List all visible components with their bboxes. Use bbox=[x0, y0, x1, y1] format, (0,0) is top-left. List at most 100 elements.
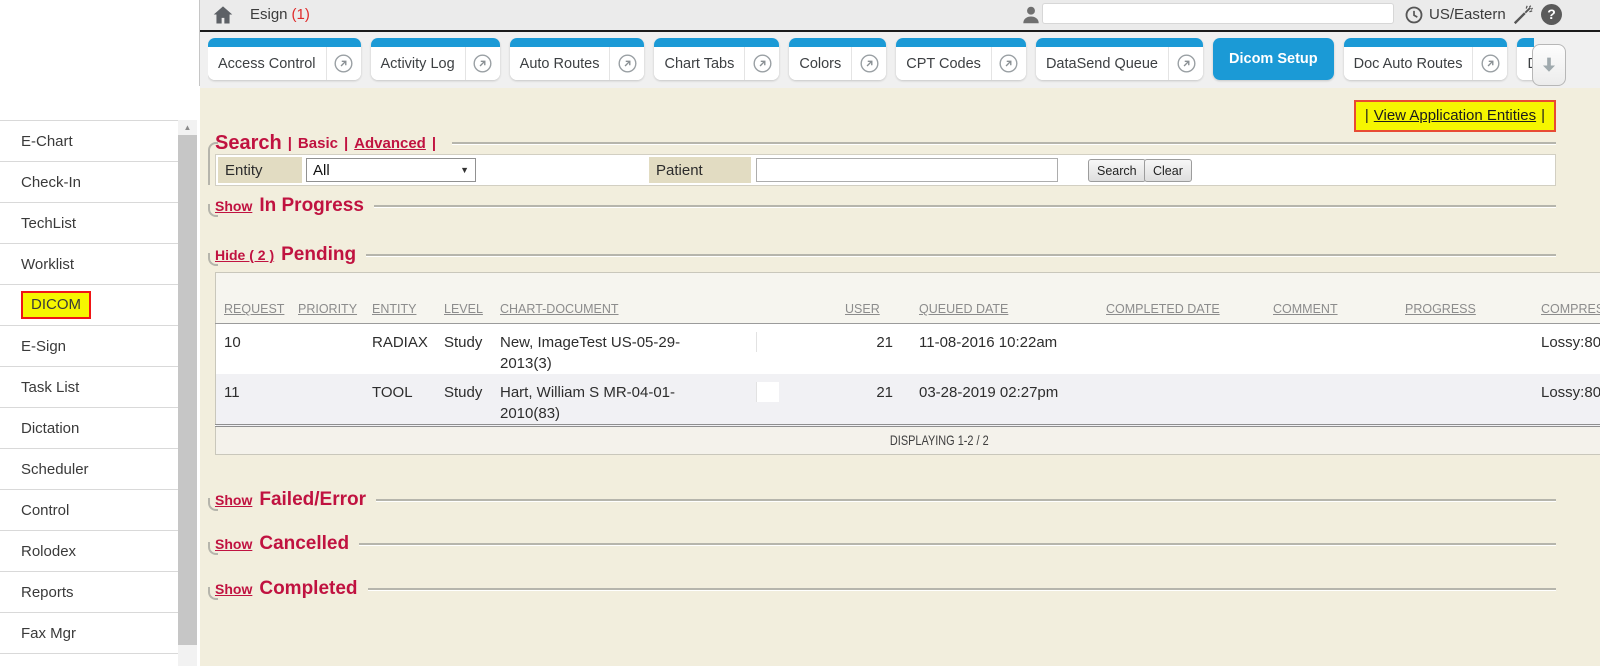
search-button[interactable]: Search bbox=[1088, 159, 1146, 182]
sidebar-item-techlist[interactable]: TechList bbox=[0, 203, 178, 244]
cell-entity: RADIAX bbox=[364, 324, 436, 375]
sidebar-item-label: Worklist bbox=[21, 256, 74, 273]
column-header-completed_date[interactable]: COMPLETED DATE bbox=[1066, 273, 1233, 324]
cell-progress bbox=[1367, 374, 1499, 426]
search-mode-basic[interactable]: Basic bbox=[298, 135, 338, 152]
tab-colors[interactable]: Colors bbox=[789, 38, 886, 80]
view-application-entities-text[interactable]: View Application Entities bbox=[1374, 107, 1536, 124]
sidebar-item-worklist[interactable]: Worklist bbox=[0, 244, 178, 285]
view-application-entities-link[interactable]: |View Application Entities| bbox=[1354, 100, 1556, 132]
sidebar-item-label: DICOM bbox=[21, 291, 91, 319]
cell-completed_date bbox=[1066, 324, 1233, 375]
column-header-comment[interactable]: COMMENT bbox=[1233, 273, 1367, 324]
cell-comment bbox=[1233, 324, 1367, 375]
sidebar-item-dicom[interactable]: DICOM bbox=[0, 285, 178, 326]
popout-icon[interactable] bbox=[991, 47, 1026, 80]
app-window: Esign(1) US/Eastern ? Access ControlActi… bbox=[0, 0, 1600, 666]
popout-icon[interactable] bbox=[744, 47, 779, 80]
tab-strip: Access ControlActivity Log Auto Routes Cha… bbox=[208, 38, 1534, 84]
paging-status: DISPLAYING 1-2 / 2 bbox=[890, 431, 989, 451]
tab-label: Colors bbox=[789, 56, 851, 72]
sidebar-item-fax-mgr[interactable]: Fax Mgr bbox=[0, 613, 178, 654]
sidebar-item-label: Control bbox=[21, 502, 69, 519]
patient-input[interactable] bbox=[756, 158, 1058, 182]
column-header-spacer bbox=[707, 273, 837, 324]
tab-label: Auto Routes bbox=[510, 56, 610, 72]
tab-activity-log[interactable]: Activity Log bbox=[371, 38, 500, 80]
cell-chart_document: Hart, William S MR-04-01-2010(83) bbox=[492, 374, 707, 426]
sidebar-item-rolodex[interactable]: Rolodex bbox=[0, 531, 178, 572]
tab-auto-routes[interactable]: Auto Routes bbox=[510, 38, 645, 80]
sidebar-item-label: Scheduler bbox=[21, 461, 89, 478]
search-mode-advanced[interactable]: Advanced bbox=[354, 135, 426, 152]
scrollbar-up-icon[interactable]: ▲ bbox=[178, 120, 197, 135]
popout-icon[interactable] bbox=[609, 47, 644, 80]
show-completed-link[interactable]: Show bbox=[215, 581, 252, 597]
popout-icon[interactable] bbox=[1168, 47, 1203, 80]
chevron-down-icon: ▼ bbox=[460, 165, 469, 175]
tab-overflow-down-button[interactable] bbox=[1532, 44, 1566, 86]
column-header-queued_date[interactable]: QUEUED DATE bbox=[897, 273, 1066, 324]
sidebar-item-e-chart[interactable]: E-Chart bbox=[0, 121, 178, 162]
column-header-request[interactable]: REQUEST bbox=[216, 273, 291, 324]
sidebar-item-control[interactable]: Control bbox=[0, 490, 178, 531]
help-icon[interactable]: ? bbox=[1541, 4, 1562, 25]
sidebar-item-reports[interactable]: Reports bbox=[0, 572, 178, 613]
section-title: Failed/Error bbox=[259, 489, 366, 511]
popout-icon[interactable] bbox=[851, 47, 886, 80]
show-failed-link[interactable]: Show bbox=[215, 492, 252, 508]
tab-accent-bar bbox=[208, 38, 361, 47]
section-title: Cancelled bbox=[259, 533, 349, 555]
show-cancelled-link[interactable]: Show bbox=[215, 536, 252, 552]
sidebar-item-label: Check-In bbox=[21, 174, 81, 191]
hide-pending-link[interactable]: Hide ( 2 ) bbox=[215, 247, 274, 263]
cell-user: 21 bbox=[837, 374, 897, 426]
column-header-progress[interactable]: PROGRESS bbox=[1367, 273, 1499, 324]
clear-button[interactable]: Clear bbox=[1144, 159, 1192, 182]
tab-label: CPT Codes bbox=[896, 56, 991, 72]
pipe: | bbox=[1541, 107, 1545, 124]
sidebar-item-task-list[interactable]: Task List bbox=[0, 367, 178, 408]
tab-label: Chart Tabs bbox=[654, 56, 744, 72]
popout-icon[interactable] bbox=[1472, 47, 1507, 80]
cell-completed_date bbox=[1066, 374, 1233, 426]
tab-datasend-queue[interactable]: DataSend Queue bbox=[1036, 38, 1203, 80]
column-header-level[interactable]: LEVEL bbox=[436, 273, 492, 324]
entity-select-value: All bbox=[313, 162, 330, 179]
sidebar-item-scheduler[interactable]: Scheduler bbox=[0, 449, 178, 490]
column-header-priority[interactable]: PRIORITY bbox=[290, 273, 364, 324]
tab-cpt-codes[interactable]: CPT Codes bbox=[896, 38, 1026, 80]
column-header-user[interactable]: USER bbox=[837, 273, 897, 324]
tab-accent-bar bbox=[1517, 38, 1534, 47]
scrollbar-thumb[interactable] bbox=[178, 135, 197, 645]
sidebar-item-e-sign[interactable]: E-Sign bbox=[0, 326, 178, 367]
sidebar-scrollbar[interactable]: ▲ bbox=[178, 120, 197, 666]
tab-doc-auto-routes[interactable]: Doc Auto Routes bbox=[1344, 38, 1508, 80]
tab-accent-bar bbox=[896, 38, 1026, 47]
table-footer-row: DISPLAYING 1-2 / 2 bbox=[216, 426, 1600, 455]
tab-chart-tabs[interactable]: Chart Tabs bbox=[654, 38, 779, 80]
tab-dicom-setup[interactable]: Dicom Setup bbox=[1213, 38, 1334, 80]
column-header-entity[interactable]: ENTITY bbox=[364, 273, 436, 324]
sidebar-item-dictation[interactable]: Dictation bbox=[0, 408, 178, 449]
clock-icon[interactable] bbox=[1404, 5, 1424, 25]
sidebar-item-check-in[interactable]: Check-In bbox=[0, 162, 178, 203]
home-icon[interactable] bbox=[212, 5, 234, 25]
tab-label: Doc Auto Routes bbox=[1344, 56, 1473, 72]
popout-icon[interactable] bbox=[326, 47, 361, 80]
search-section: Search | Basic | Advanced | Entity All ▼… bbox=[215, 132, 1556, 185]
sidebar-item-label: Reports bbox=[21, 584, 74, 601]
entity-select[interactable]: All ▼ bbox=[306, 158, 476, 182]
global-search-input[interactable] bbox=[1042, 3, 1394, 24]
table-row: 10RADIAXStudyNew, ImageTest US-05-29-201… bbox=[216, 324, 1600, 375]
popout-icon[interactable] bbox=[465, 47, 500, 80]
magic-wand-icon[interactable] bbox=[1512, 4, 1534, 26]
show-in-progress-link[interactable]: Show bbox=[215, 198, 252, 214]
cell-request: 11 bbox=[216, 374, 291, 426]
tab-access-control[interactable]: Access Control bbox=[208, 38, 361, 80]
cell-queued_date: 03-28-2019 02:27pm bbox=[897, 374, 1066, 426]
tab-accent-bar bbox=[1036, 38, 1203, 47]
tab-label: Dicom Setup bbox=[1213, 51, 1334, 67]
column-header-chart_document[interactable]: CHART-DOCUMENT bbox=[492, 273, 707, 324]
column-header-compression[interactable]: COMPRESSION bbox=[1499, 273, 1600, 324]
